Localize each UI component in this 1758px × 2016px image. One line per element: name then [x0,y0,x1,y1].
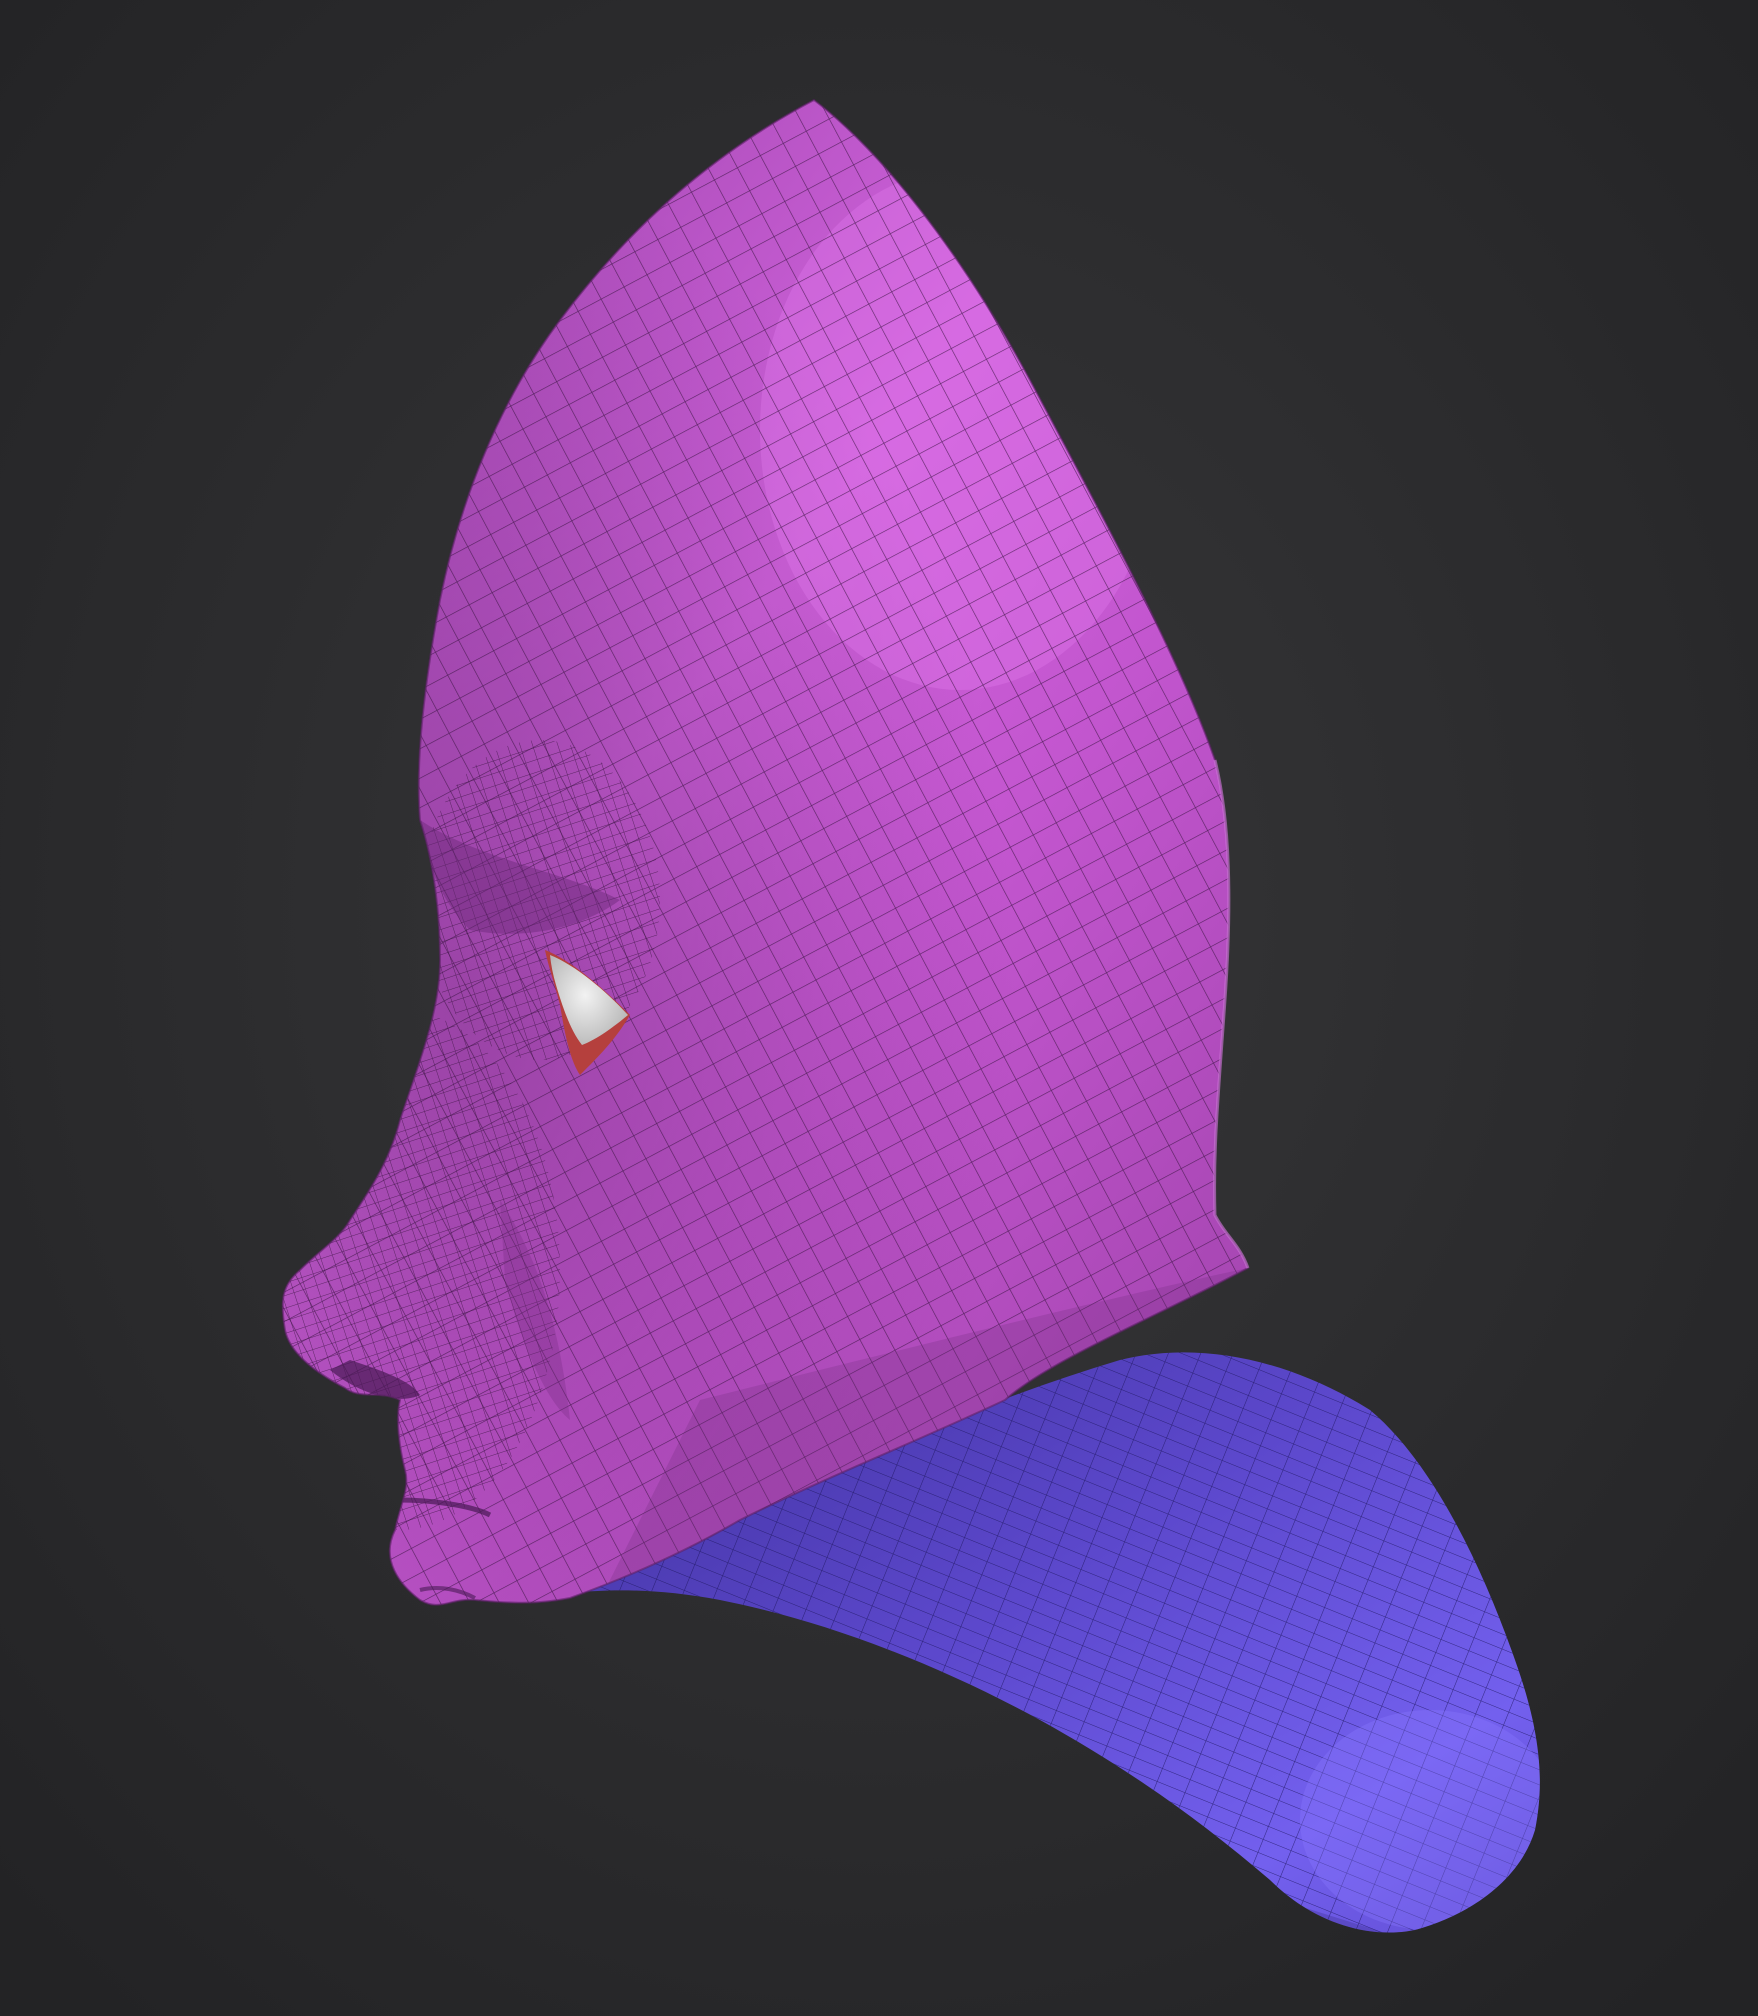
scene-canvas[interactable] [0,0,1758,2016]
3d-viewport[interactable] [0,0,1758,2016]
